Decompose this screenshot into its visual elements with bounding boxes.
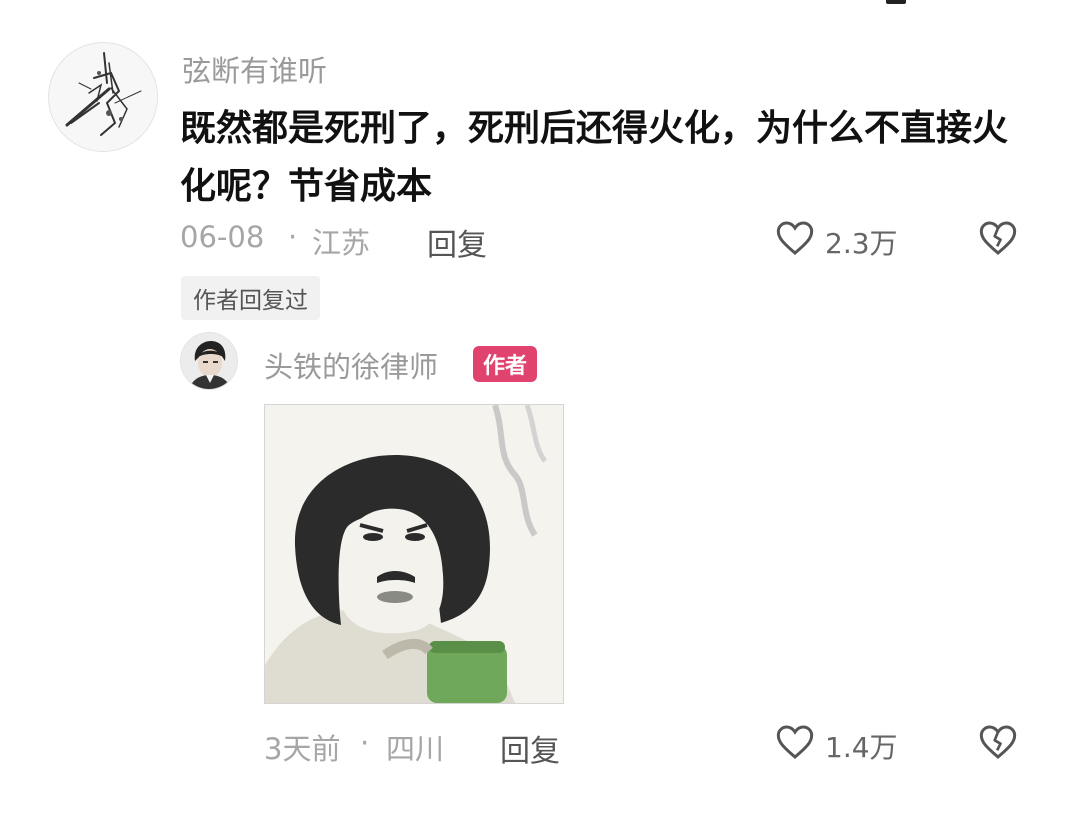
reply-reply-button[interactable]: 回复 [500,726,560,770]
commenter-avatar[interactable] [48,42,158,152]
comment-location: 江苏 [312,226,371,260]
sketch-art-image [50,44,157,151]
person-photo-image [181,333,237,389]
status-indicator [886,0,906,4]
reply-like-button[interactable] [775,723,815,761]
broken-heart-icon [979,725,1017,759]
reply-sticker[interactable] [264,404,564,704]
comment-reply-button[interactable]: 回复 [427,220,487,264]
like-button[interactable] [775,219,815,257]
reply-like-count: 1.4万 [825,731,898,764]
reply-date: 3天前 [264,732,341,766]
reply-dislike-button[interactable] [978,723,1018,761]
reply-meta-separator: · [360,726,370,760]
broken-heart-icon [979,221,1017,255]
dislike-button[interactable] [978,219,1018,257]
reply-location: 四川 [386,732,445,766]
heart-outline-icon [776,725,814,759]
replier-avatar[interactable] [180,332,238,390]
replier-username[interactable]: 头铁的徐律师 [264,344,438,386]
author-badge: 作者 [473,346,538,382]
comment-meta-separator: · [288,220,298,254]
comment-date: 06-08 [180,220,265,254]
comment-text: 既然都是死刑了，死刑后还得火化，为什么不直接火化呢？节省成本 [180,108,1009,207]
comment-like-count: 2.3万 [825,227,898,260]
heart-outline-icon [776,221,814,255]
commenter-username[interactable]: 弦断有谁听 [182,48,327,90]
meme-sticker-image [265,405,563,703]
author-replied-tag[interactable]: 作者回复过 [181,276,320,320]
